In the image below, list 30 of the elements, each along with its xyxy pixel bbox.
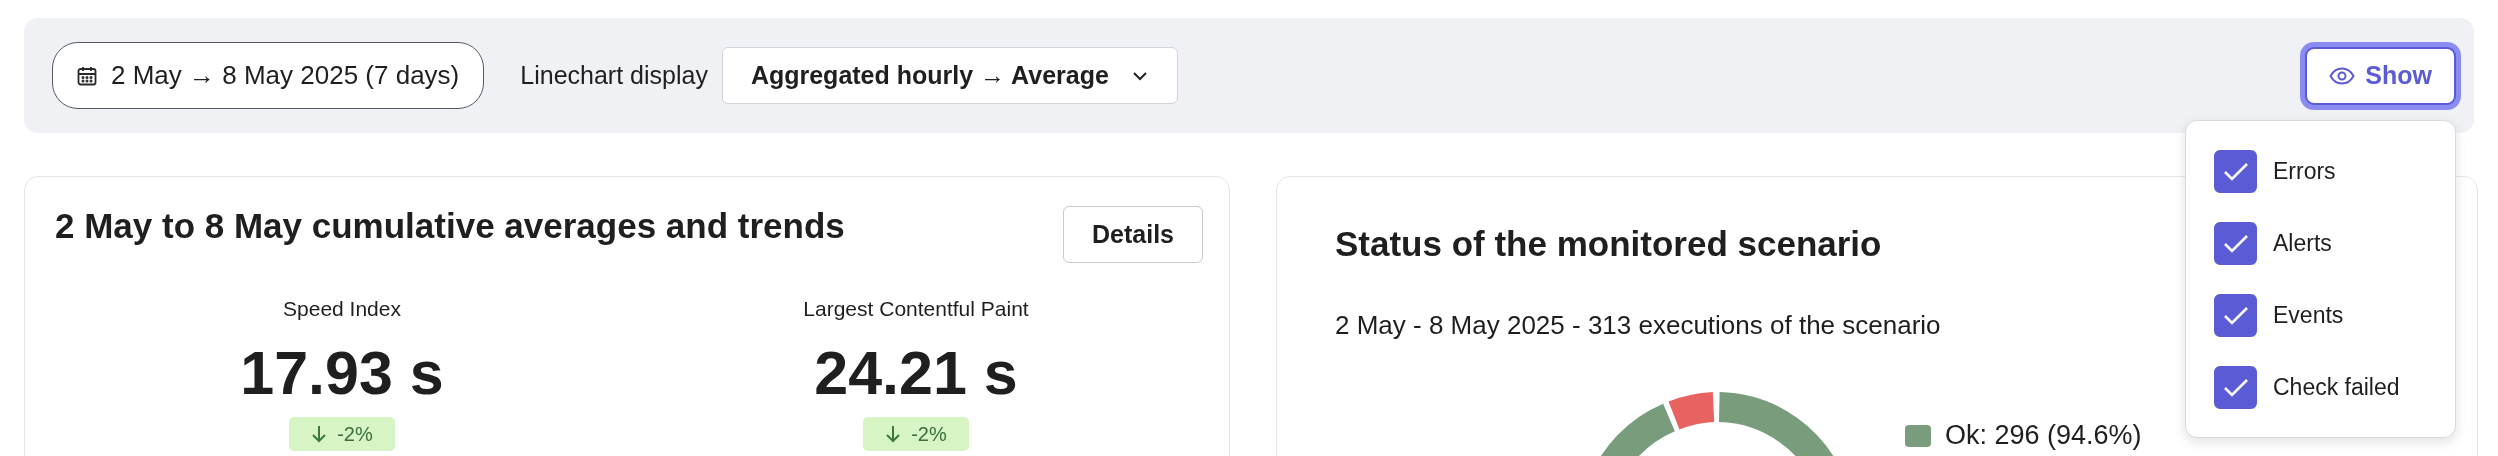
menu-item-label[interactable]: Events (2273, 302, 2344, 329)
eye-icon (2329, 66, 2356, 85)
card-title: 2 May to 8 May cumulative averages and trends (55, 206, 845, 246)
metric-value: 17.93 s (240, 341, 444, 405)
trend-badge: -2% (289, 417, 395, 451)
metric-value: 24.21 s (814, 341, 1018, 405)
card-subtitle: 2 May - 8 May 2025 - 313 executions of the scenario (1335, 310, 1941, 341)
linechart-select[interactable]: Aggregated hourly → Average (721, 47, 1178, 104)
chevron-down-icon (1130, 69, 1149, 82)
legend-label: Ok: 296 (94.6%) (1945, 422, 2142, 449)
checkbox[interactable] (2214, 366, 2257, 409)
date-range-button[interactable]: 2 May → 8 May 2025 (7 days) (52, 42, 485, 109)
menu-item-label[interactable]: Check failed (2273, 374, 2400, 401)
metric-name: Largest Contentful Paint (803, 297, 1029, 321)
card-title: Status of the monitored scenario (1335, 224, 1882, 264)
checkmark-icon (2221, 232, 2250, 255)
menu-item-label[interactable]: Errors (2273, 158, 2336, 185)
checkbox[interactable] (2214, 294, 2257, 337)
checkbox[interactable] (2214, 222, 2257, 265)
metric-name: Speed Index (283, 297, 401, 321)
menu-item-label[interactable]: Alerts (2273, 230, 2332, 257)
checkmark-icon (2221, 376, 2250, 399)
checkbox[interactable] (2214, 150, 2257, 193)
details-button[interactable]: Details (1063, 206, 1203, 263)
checkmark-icon (2221, 160, 2250, 183)
checkmark-icon (2221, 304, 2250, 327)
linechart-label: Linechart display (520, 61, 708, 90)
arrow-down-icon (311, 424, 328, 444)
trend-badge: -2% (863, 417, 969, 451)
arrow-down-icon (885, 424, 902, 444)
